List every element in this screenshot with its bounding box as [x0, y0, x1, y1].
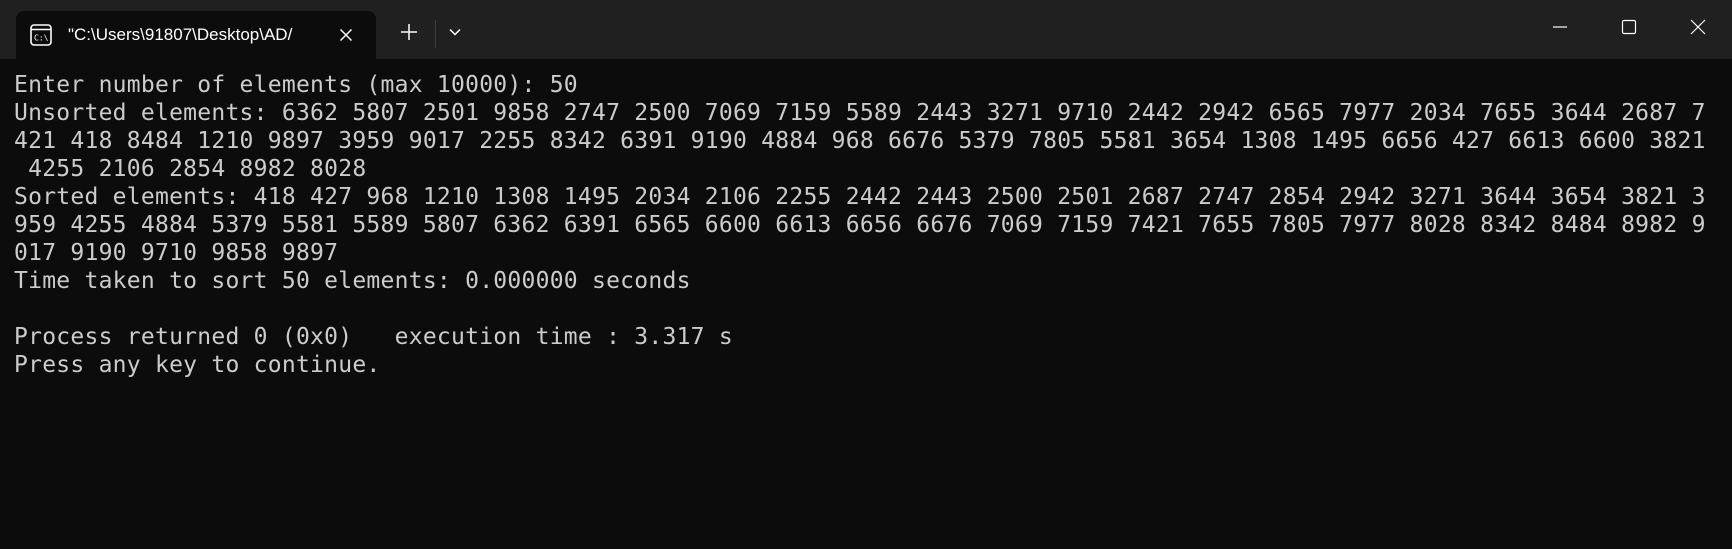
- maximize-button[interactable]: [1594, 0, 1663, 59]
- console-line: Press any key to continue.: [14, 352, 381, 378]
- console-line: 017 9190 9710 9858 9897: [14, 240, 339, 266]
- console-line: Unsorted elements: 6362 5807 2501 9858 2…: [14, 100, 1706, 126]
- tab-active[interactable]: C:\ "C:\Users\91807\Desktop\AD/: [16, 11, 376, 59]
- console-line: 959 4255 4884 5379 5581 5589 5807 6362 6…: [14, 212, 1706, 238]
- tab-divider: [435, 20, 436, 48]
- console-line: Time taken to sort 50 elements: 0.000000…: [14, 268, 691, 294]
- console-output[interactable]: Enter number of elements (max 10000): 50…: [0, 59, 1732, 549]
- console-line: Enter number of elements (max 10000): 50: [14, 72, 578, 98]
- console-line: Sorted elements: 418 427 968 1210 1308 1…: [14, 184, 1706, 210]
- tab-title: "C:\Users\91807\Desktop\AD/: [68, 25, 293, 44]
- console-icon: C:\: [30, 24, 52, 46]
- close-button[interactable]: [1663, 0, 1732, 59]
- svg-text:C:\: C:\: [34, 34, 49, 43]
- minimize-button[interactable]: [1525, 0, 1594, 59]
- tab-close-icon[interactable]: [334, 23, 358, 47]
- minimize-icon: [1552, 19, 1568, 40]
- console-line: 4255 2106 2854 8982 8028: [14, 156, 367, 182]
- chevron-down-icon[interactable]: [440, 17, 470, 47]
- console-line: Process returned 0 (0x0) execution time …: [14, 324, 733, 350]
- terminal-window: C:\ "C:\Users\91807\Desktop\AD/ Enter nu…: [0, 0, 1732, 549]
- console-line: 421 418 8484 1210 9897 3959 9017 2255 83…: [14, 128, 1706, 154]
- maximize-icon: [1621, 19, 1637, 40]
- close-icon: [1690, 19, 1706, 40]
- title-bar: C:\ "C:\Users\91807\Desktop\AD/: [0, 0, 1732, 59]
- plus-icon[interactable]: [394, 17, 424, 47]
